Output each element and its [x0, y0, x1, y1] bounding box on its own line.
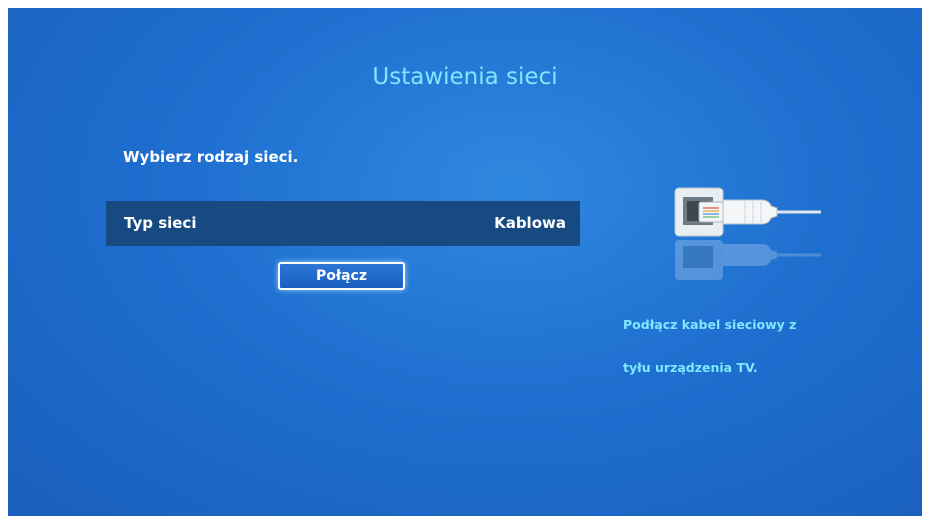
page-title: Ustawienia sieci	[372, 64, 558, 90]
connection-hint: Podłącz kabel sieciowy z tyłu urządzenia…	[623, 303, 873, 389]
hint-line-1: Podłącz kabel sieciowy z	[623, 317, 797, 332]
instruction-text: Wybierz rodzaj sieci.	[123, 148, 299, 166]
network-type-row[interactable]: Typ sieci Kablowa	[106, 201, 580, 246]
network-type-value: Kablowa	[494, 214, 566, 232]
connect-button[interactable]: Połącz	[278, 262, 405, 290]
ethernet-cable-icon	[673, 186, 823, 296]
hint-line-2: tyłu urządzenia TV.	[623, 360, 758, 375]
tv-screen: Ustawienia sieci Wybierz rodzaj sieci. T…	[8, 8, 922, 516]
network-type-label: Typ sieci	[124, 214, 197, 232]
